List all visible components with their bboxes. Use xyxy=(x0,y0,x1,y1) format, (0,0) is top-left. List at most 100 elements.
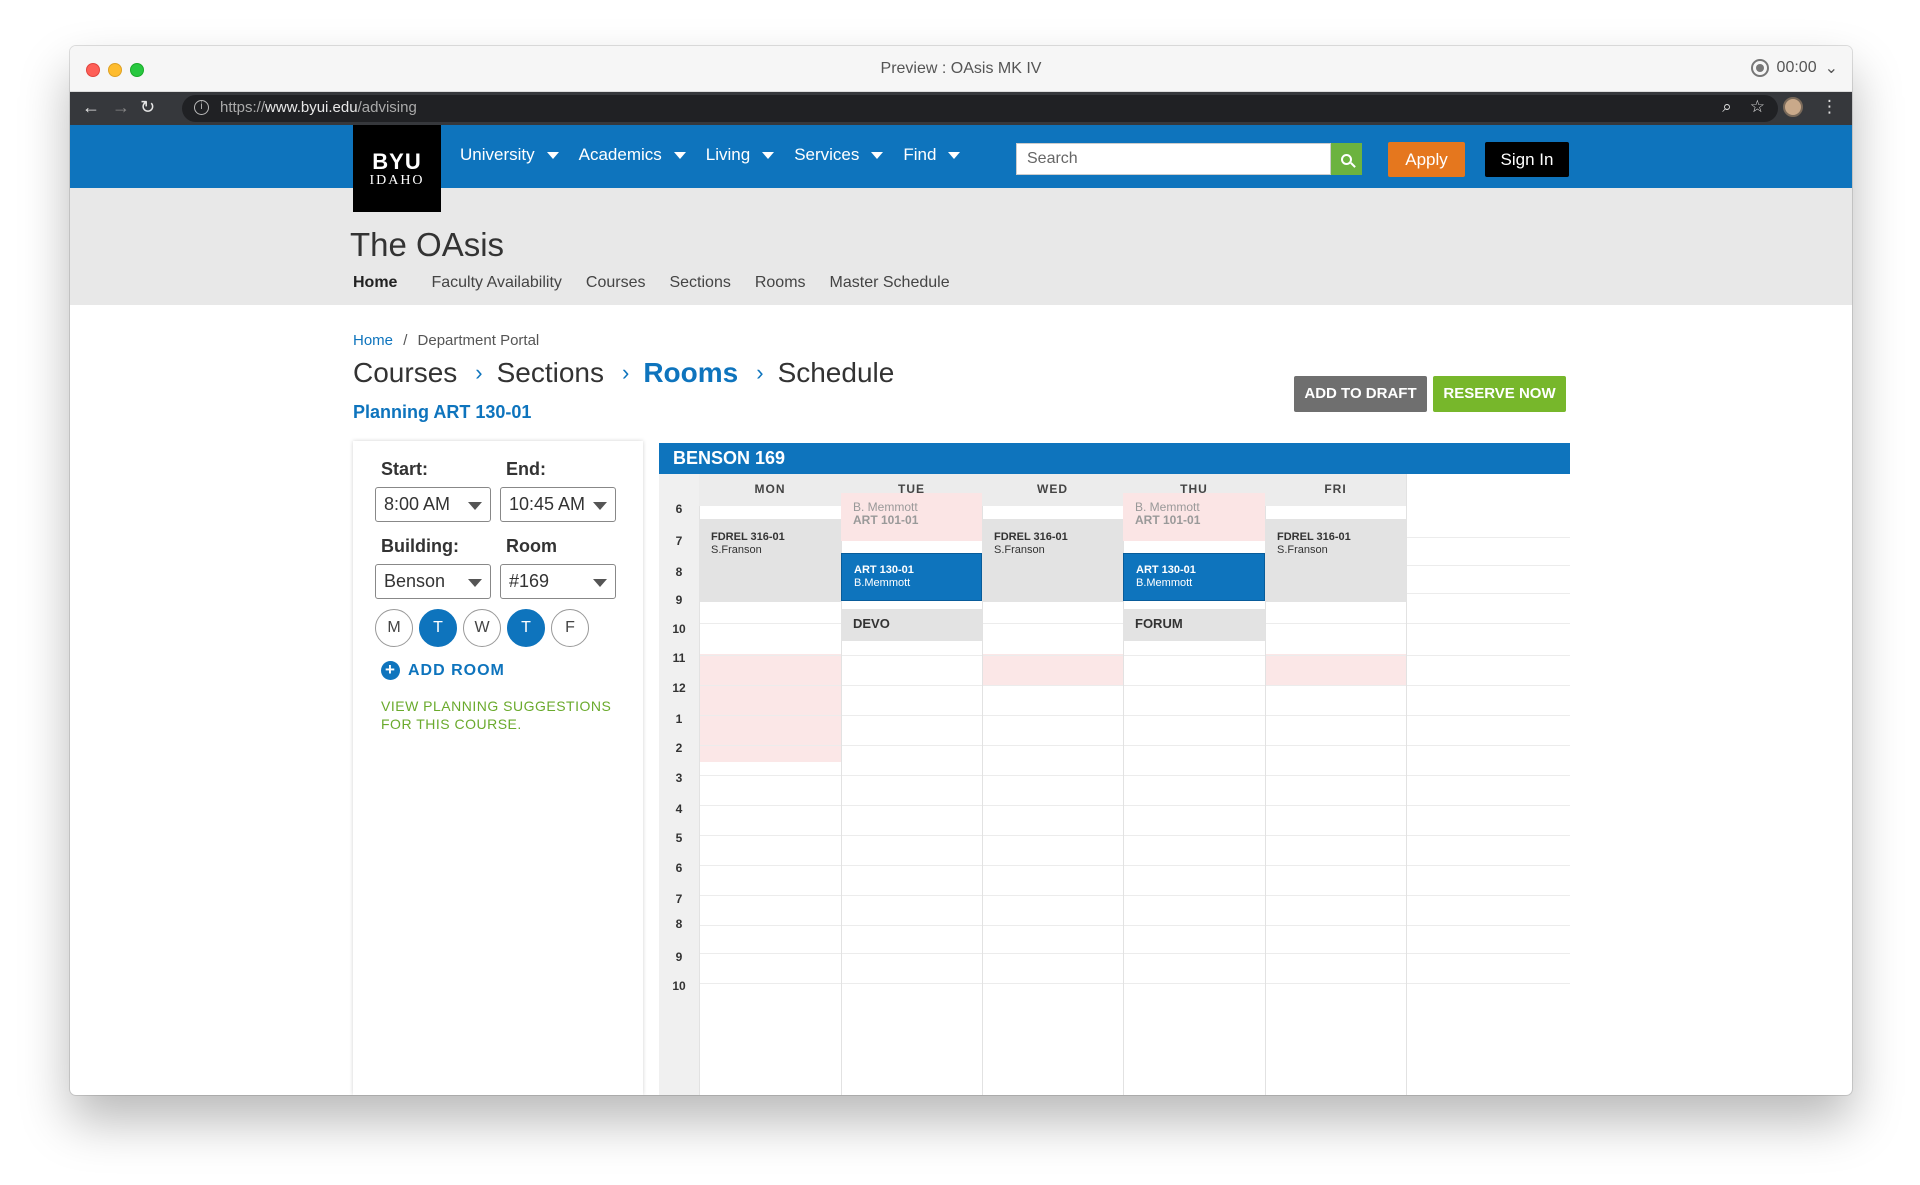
add-room-button[interactable]: + ADD ROOM xyxy=(381,661,505,680)
nav-label: Academics xyxy=(578,145,662,164)
sign-in-button[interactable]: Sign In xyxy=(1485,142,1569,177)
nav-services[interactable]: Services xyxy=(794,145,884,165)
event-label[interactable]: FORUM xyxy=(1123,609,1265,641)
hour-label: 3 xyxy=(675,771,683,785)
nav-academics[interactable]: Academics xyxy=(579,145,686,165)
start-time-value: 8:00 AM xyxy=(384,494,451,514)
day-header-wed: WED xyxy=(982,474,1123,506)
hour-label: 8 xyxy=(675,565,683,579)
subnav-rooms[interactable]: Rooms xyxy=(755,274,806,292)
hour-label: 6 xyxy=(675,502,683,516)
chevron-right-icon: › xyxy=(756,360,764,385)
calendar-room-title: BENSON 169 xyxy=(659,443,1570,474)
back-arrow-icon[interactable]: ← xyxy=(82,97,100,118)
add-to-draft-button[interactable]: ADD TO DRAFT xyxy=(1294,376,1427,412)
planned-event[interactable]: ART 130-01 B.Memmott xyxy=(841,553,982,601)
day-toggle[interactable]: T xyxy=(419,609,457,647)
logo-line1: BYU xyxy=(372,149,422,174)
chevron-right-icon: › xyxy=(475,360,483,385)
apply-button[interactable]: Apply xyxy=(1388,142,1465,177)
step-trail: Courses › Sections › Rooms › Schedule xyxy=(353,357,894,389)
logo-line2: IDAHO xyxy=(369,173,425,188)
reload-icon[interactable]: ↻ xyxy=(140,97,155,118)
info-icon[interactable]: i xyxy=(194,100,209,115)
building-select[interactable]: Benson xyxy=(375,564,491,599)
nav-living[interactable]: Living xyxy=(706,145,775,165)
room-select[interactable]: #169 xyxy=(500,564,616,599)
hour-label: 12 xyxy=(672,681,686,695)
building-value: Benson xyxy=(384,571,446,591)
calendar-event[interactable]: FDREL 316-01 S.Franson xyxy=(982,519,1123,602)
breadcrumb-home[interactable]: Home xyxy=(353,332,393,349)
caret-down-icon xyxy=(871,151,884,159)
event-title: ART 130-01 xyxy=(1136,564,1196,576)
day-toggle[interactable]: M xyxy=(375,609,413,647)
step-sections[interactable]: Sections xyxy=(497,357,604,389)
planning-suggestions-link[interactable]: VIEW PLANNING SUGGESTIONS FOR THIS COURS… xyxy=(381,697,621,733)
hour-label: 7 xyxy=(675,892,683,906)
step-schedule[interactable]: Schedule xyxy=(778,357,895,389)
search-button[interactable] xyxy=(1331,143,1362,175)
dropdown-arrow-icon xyxy=(468,579,482,587)
step-rooms[interactable]: Rooms xyxy=(643,357,738,389)
hour-label: 10 xyxy=(672,979,686,993)
hour-label: 1 xyxy=(675,712,683,726)
hour-label: 6 xyxy=(675,861,683,875)
search-input[interactable]: Search xyxy=(1016,143,1331,175)
nav-find[interactable]: Find xyxy=(903,145,961,165)
subnav-sections[interactable]: Sections xyxy=(669,274,730,292)
day-toggle[interactable]: T xyxy=(507,609,545,647)
bookmark-star-icon[interactable]: ☆ xyxy=(1750,97,1765,117)
subnav-faculty-availability[interactable]: Faculty Availability xyxy=(431,274,561,292)
grid-line xyxy=(699,745,1570,746)
window-titlebar: Preview : OAsis MK IV 00:00 ⌄ xyxy=(70,46,1852,92)
building-label: Building: xyxy=(381,536,459,556)
conflict-event[interactable]: B. Memmott ART 101-01 xyxy=(1123,493,1265,541)
byu-idaho-logo[interactable]: BYU IDAHO xyxy=(353,125,441,212)
event-title: FDREL 316-01 xyxy=(1277,531,1351,543)
unavailable-zone xyxy=(982,654,1123,685)
caret-down-icon xyxy=(673,151,686,159)
end-time-select[interactable]: 10:45 AM xyxy=(500,487,616,522)
search-icon xyxy=(1341,153,1352,165)
app-window: Preview : OAsis MK IV 00:00 ⌄ ← → ↻ i ht… xyxy=(70,46,1852,1095)
event-title: DEVO xyxy=(853,616,890,631)
window-title: Preview : OAsis MK IV xyxy=(880,60,1042,77)
url-domain: www.byui.edu xyxy=(265,99,358,116)
chevron-right-icon: › xyxy=(622,360,630,385)
forward-arrow-icon[interactable]: → xyxy=(112,97,130,118)
subnav-home[interactable]: Home xyxy=(353,274,397,292)
top-navigation: University Academics Living Services Fin… xyxy=(460,145,980,165)
calendar-event[interactable]: FDREL 316-01 S.Franson xyxy=(699,519,841,602)
planned-event[interactable]: ART 130-01 B.Memmott xyxy=(1123,553,1265,601)
unavailable-zone xyxy=(1265,654,1407,685)
hour-label: 7 xyxy=(675,534,683,548)
event-subtitle: S.Franson xyxy=(711,544,762,556)
conflict-event[interactable]: B. Memmott ART 101-01 xyxy=(841,493,982,541)
subnav-courses[interactable]: Courses xyxy=(586,274,646,292)
room-label: Room xyxy=(506,536,557,556)
reserve-now-button[interactable]: RESERVE NOW xyxy=(1433,376,1566,412)
day-toggle[interactable]: W xyxy=(463,609,501,647)
nav-university[interactable]: University xyxy=(460,145,559,165)
profile-avatar[interactable] xyxy=(1783,97,1803,117)
step-courses[interactable]: Courses xyxy=(353,357,457,389)
stage: Preview : OAsis MK IV 00:00 ⌄ ← → ↻ i ht… xyxy=(0,0,1920,1185)
room-value: #169 xyxy=(509,571,550,591)
day-toggle[interactable]: F xyxy=(551,609,589,647)
start-time-select[interactable]: 8:00 AM xyxy=(375,487,491,522)
subnav-master-schedule[interactable]: Master Schedule xyxy=(830,274,950,292)
grid-line xyxy=(699,895,1570,896)
dropdown-arrow-icon xyxy=(593,502,607,510)
recording-indicator[interactable]: 00:00 ⌄ xyxy=(1750,58,1838,78)
calendar-event[interactable]: FDREL 316-01 S.Franson xyxy=(1265,519,1406,602)
grid-line xyxy=(699,953,1570,954)
end-time-value: 10:45 AM xyxy=(509,494,586,514)
hour-label: 8 xyxy=(675,917,683,931)
record-icon xyxy=(1750,59,1769,77)
zoom-icon[interactable]: ⌕ xyxy=(1722,97,1732,117)
app-title: The OAsis xyxy=(350,226,505,263)
event-label[interactable]: DEVO xyxy=(841,609,982,641)
more-menu-icon[interactable]: ⋮ xyxy=(1821,97,1838,117)
address-bar[interactable]: i https://www.byui.edu/advising xyxy=(182,95,1778,122)
